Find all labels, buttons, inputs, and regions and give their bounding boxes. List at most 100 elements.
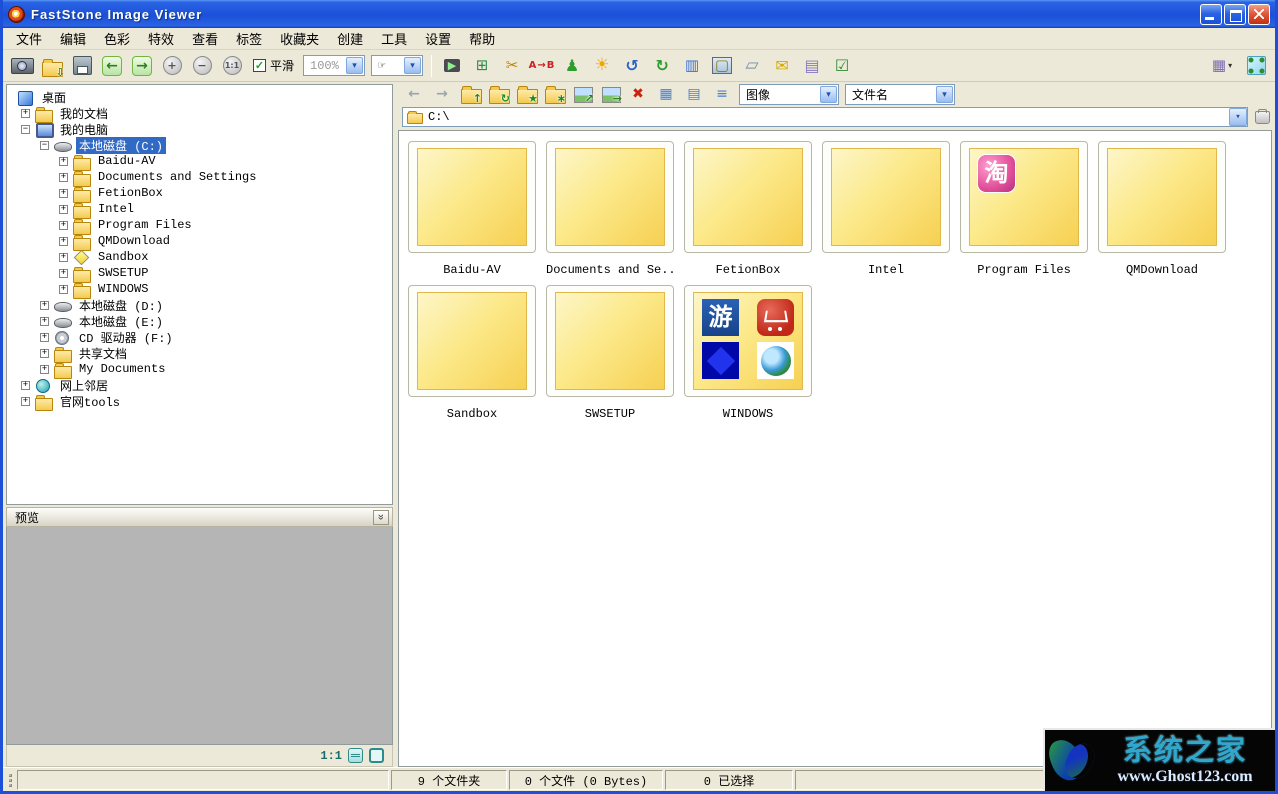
expander-icon[interactable]: [21, 125, 30, 134]
acquire-camera-button[interactable]: [8, 53, 36, 79]
menu-item[interactable]: 文件: [7, 27, 51, 50]
chevron-down-icon[interactable]: [936, 86, 953, 103]
tree-item[interactable]: Sandbox: [11, 249, 392, 265]
menu-item[interactable]: 帮助: [460, 27, 504, 50]
expander-icon[interactable]: [40, 301, 49, 310]
crop-button[interactable]: ✂: [498, 53, 526, 79]
zoom-actual-button[interactable]: 1:1: [218, 53, 246, 79]
acquire-scanner-button[interactable]: ▱: [738, 53, 766, 79]
filter-select[interactable]: 图像: [739, 84, 839, 105]
view-list-button[interactable]: ≡: [709, 83, 735, 105]
menu-item[interactable]: 创建: [328, 27, 372, 50]
menu-item[interactable]: 工具: [372, 27, 416, 50]
slideshow-button[interactable]: ▶: [438, 53, 466, 79]
rotate-right-button[interactable]: ↻: [648, 53, 676, 79]
expander-icon[interactable]: [59, 157, 68, 166]
expander-icon[interactable]: [59, 173, 68, 182]
zoom-in-button[interactable]: +: [158, 53, 186, 79]
expander-icon[interactable]: [40, 349, 49, 358]
tree-item[interactable]: 桌面: [11, 89, 392, 105]
tree-item[interactable]: 网上邻居: [11, 377, 392, 393]
menu-item[interactable]: 收藏夹: [271, 27, 328, 50]
tree-item[interactable]: FetionBox: [11, 185, 392, 201]
tree-item[interactable]: 本地磁盘 (D:): [11, 297, 392, 313]
tree-item[interactable]: 本地磁盘 (C:): [11, 137, 392, 153]
favorites-button[interactable]: ★: [513, 83, 539, 105]
tree-item[interactable]: Program Files: [11, 217, 392, 233]
expander-icon[interactable]: [40, 365, 49, 374]
hand-tool-select[interactable]: ☞: [371, 55, 423, 76]
compare-images-button[interactable]: ▥: [678, 53, 706, 79]
chevron-down-icon[interactable]: [404, 57, 421, 74]
expander-icon[interactable]: [21, 381, 30, 390]
tree-item[interactable]: QMDownload: [11, 233, 392, 249]
print-button[interactable]: ▤: [798, 53, 826, 79]
nav-forward-button[interactable]: →: [429, 83, 455, 105]
copy-to-button[interactable]: →: [597, 83, 623, 105]
folder-item[interactable]: 游 WINDOWS: [684, 285, 812, 423]
tree-item[interactable]: 我的文档: [11, 105, 392, 121]
menu-item[interactable]: 查看: [183, 27, 227, 50]
minimize-button[interactable]: [1200, 4, 1222, 25]
adjust-colors-button[interactable]: ☀: [588, 53, 616, 79]
expander-icon[interactable]: [59, 205, 68, 214]
expander-icon[interactable]: [59, 221, 68, 230]
tree-item[interactable]: Intel: [11, 201, 392, 217]
expander-icon[interactable]: [40, 317, 49, 326]
fit-window-icon[interactable]: [348, 748, 363, 763]
layout-selector-button[interactable]: ▦: [1204, 53, 1240, 79]
folder-item[interactable]: FetionBox: [684, 141, 812, 279]
expander-icon[interactable]: [59, 285, 68, 294]
view-thumbnails-button[interactable]: ▦: [653, 83, 679, 105]
menu-item[interactable]: 色彩: [95, 27, 139, 50]
email-button[interactable]: ✉: [768, 53, 796, 79]
folder-item[interactable]: QMDownload: [1098, 141, 1226, 279]
folder-item[interactable]: Baidu-AV: [408, 141, 536, 279]
chevron-down-icon[interactable]: [820, 86, 837, 103]
up-folder-button[interactable]: ↑: [457, 83, 483, 105]
expander-icon[interactable]: [59, 237, 68, 246]
menu-item[interactable]: 标签: [227, 27, 271, 50]
fullscreen-button[interactable]: [1242, 53, 1270, 79]
refresh-button[interactable]: ↻: [485, 83, 511, 105]
zoom-select[interactable]: 100%: [303, 55, 365, 76]
folder-item[interactable]: Sandbox: [408, 285, 536, 423]
expander-icon[interactable]: [21, 109, 30, 118]
nav-back-button[interactable]: ←: [401, 83, 427, 105]
save-as-button[interactable]: [68, 53, 96, 79]
expander-icon[interactable]: [59, 189, 68, 198]
open-file-button[interactable]: ⇩: [38, 53, 66, 79]
expander-icon[interactable]: [59, 253, 68, 262]
menu-item[interactable]: 编辑: [51, 27, 95, 50]
chevron-down-icon[interactable]: [1229, 108, 1247, 126]
folder-item[interactable]: SWSETUP: [546, 285, 674, 423]
chevron-down-icon[interactable]: [346, 57, 363, 74]
tree-item[interactable]: Documents and Settings: [11, 169, 392, 185]
tree-item[interactable]: Baidu-AV: [11, 153, 392, 169]
zoom-out-button[interactable]: −: [188, 53, 216, 79]
redeye-removal-button[interactable]: ♟: [558, 53, 586, 79]
lock-frame-icon[interactable]: [369, 748, 384, 763]
next-image-button[interactable]: →: [128, 53, 156, 79]
tree-item[interactable]: WINDOWS: [11, 281, 392, 297]
folder-item[interactable]: Intel: [822, 141, 950, 279]
settings-button[interactable]: ☑: [828, 53, 856, 79]
address-input[interactable]: C:\: [402, 107, 1248, 127]
smooth-checkbox[interactable]: [253, 59, 266, 72]
title-bar[interactable]: FastStone Image Viewer: [3, 0, 1275, 28]
batch-rename-button[interactable]: A→B: [528, 53, 556, 79]
tree-item[interactable]: 官网tools: [11, 393, 392, 409]
tree-item[interactable]: 共享文档: [11, 345, 392, 361]
sort-select[interactable]: 文件名: [845, 84, 955, 105]
maximize-button[interactable]: [1224, 4, 1246, 25]
menu-item[interactable]: 设置: [416, 27, 460, 50]
new-folder-button[interactable]: ∗: [541, 83, 567, 105]
expander-icon[interactable]: [59, 269, 68, 278]
close-button[interactable]: [1248, 4, 1270, 25]
tree-item[interactable]: My Documents: [11, 361, 392, 377]
screen-capture-button[interactable]: ▢: [708, 53, 736, 79]
folder-item[interactable]: 淘 Program Files: [960, 141, 1088, 279]
expander-icon[interactable]: [21, 397, 30, 406]
tree-item[interactable]: 我的电脑: [11, 121, 392, 137]
tree-item[interactable]: 本地磁盘 (E:): [11, 313, 392, 329]
